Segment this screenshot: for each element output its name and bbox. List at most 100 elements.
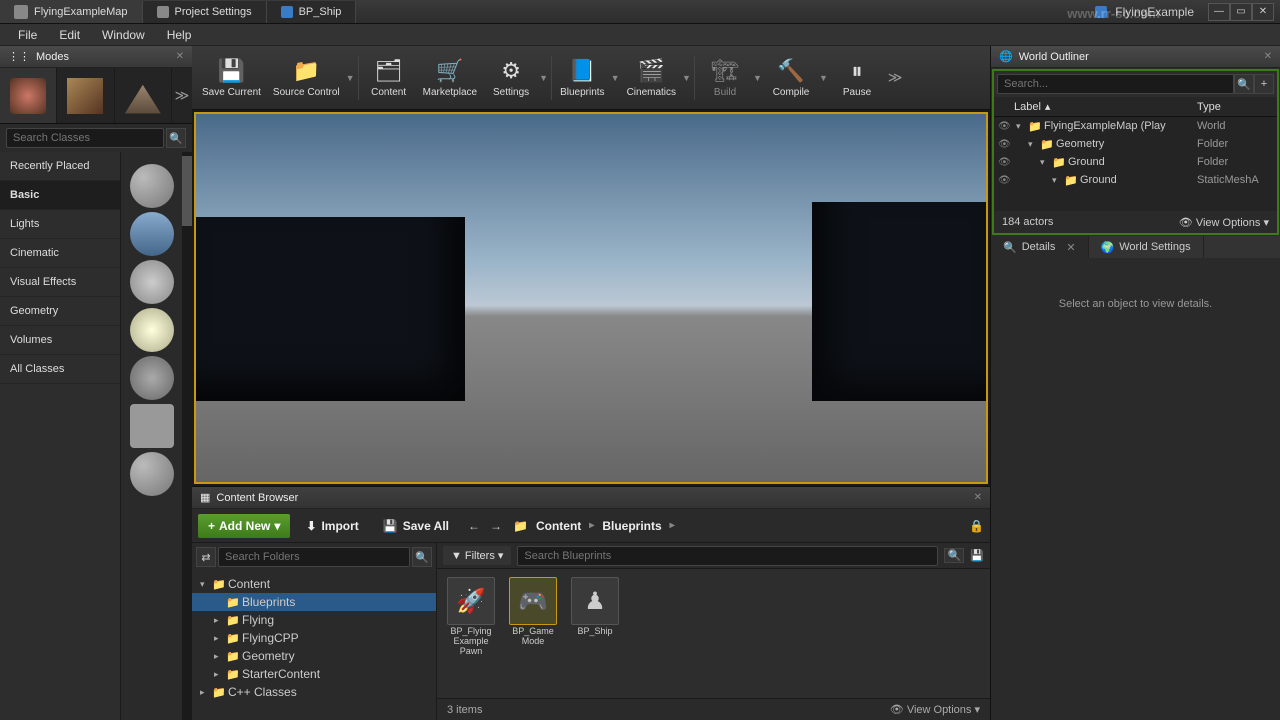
visibility-icon[interactable]: 👁	[998, 175, 1012, 186]
tree-item-startercontent[interactable]: ▸📁StarterContent	[192, 665, 436, 683]
breadcrumb-content[interactable]: Content	[536, 519, 581, 533]
cat-cinematic[interactable]: Cinematic	[0, 239, 120, 268]
dropdown-arrow[interactable]: ▼	[611, 73, 621, 83]
asset-bp-ship[interactable]: ♟BP_Ship	[569, 577, 621, 637]
menu-edit[interactable]: Edit	[49, 25, 90, 45]
menu-window[interactable]: Window	[92, 25, 155, 45]
nav-fwd[interactable]: →	[487, 519, 505, 533]
toolbar-cinematics[interactable]: 🎬Cinematics	[621, 53, 682, 102]
outliner-search-input[interactable]	[997, 74, 1234, 94]
breadcrumb-blueprints[interactable]: Blueprints	[602, 519, 661, 533]
outliner-view-options[interactable]: 👁 View Options ▾	[1179, 216, 1269, 229]
menu-file[interactable]: File	[8, 25, 47, 45]
title-tab-label: Project Settings	[175, 6, 252, 18]
actor-cube[interactable]	[130, 404, 174, 448]
tab-details[interactable]: 🔍 Details ✕	[991, 236, 1089, 258]
visibility-icon[interactable]: 👁	[998, 121, 1012, 132]
save-all-button[interactable]: 💾 Save All	[375, 515, 457, 537]
toolbar-settings[interactable]: ⚙Settings	[483, 53, 539, 102]
dropdown-arrow[interactable]: ▼	[682, 73, 692, 83]
modes-panel: ⋮⋮ Modes ✕ ≫ 🔍 Recently Placed Basic Lig…	[0, 46, 192, 720]
tree-toggle-button[interactable]: ⇄	[196, 547, 216, 567]
cat-lights[interactable]: Lights	[0, 210, 120, 239]
dropdown-arrow[interactable]: ▼	[753, 73, 763, 83]
toolbar-pause[interactable]: ⏸Pause	[829, 53, 885, 102]
toolbar-content[interactable]: 🗂Content	[361, 53, 417, 102]
modes-header: ⋮⋮ Modes ✕	[0, 46, 192, 68]
mode-place[interactable]	[0, 68, 57, 123]
cat-visual-effects[interactable]: Visual Effects	[0, 268, 120, 297]
actor-character[interactable]	[130, 212, 174, 256]
modes-more[interactable]: ≫	[172, 68, 192, 123]
outliner-row[interactable]: 👁▾📁GroundFolder	[994, 153, 1277, 171]
actor-player-start[interactable]	[130, 356, 174, 400]
outliner-row[interactable]: 👁▾📁GeometryFolder	[994, 135, 1277, 153]
title-tab-settings[interactable]: Project Settings	[143, 1, 267, 23]
toolbar-more[interactable]: ≫	[885, 69, 905, 86]
view-options-button[interactable]: 👁 View Options ▾	[890, 703, 980, 716]
outliner-close[interactable]: ✕	[1264, 51, 1272, 62]
modes-close[interactable]: ✕	[176, 51, 184, 62]
dropdown-arrow[interactable]: ▼	[539, 73, 549, 83]
tree-item-blueprints[interactable]: 📁Blueprints	[192, 593, 436, 611]
actor-empty[interactable]	[130, 164, 174, 208]
outliner-row[interactable]: 👁▾📁FlyingExampleMap (PlayWorld	[994, 117, 1277, 135]
mode-paint[interactable]	[57, 68, 114, 123]
col-label[interactable]: Label ▴	[994, 100, 1197, 113]
visibility-icon[interactable]: 👁	[998, 157, 1012, 168]
toolbar-save-current[interactable]: 💾Save Current	[196, 53, 267, 102]
toolbar-compile[interactable]: 🔨Compile	[763, 53, 819, 102]
col-type[interactable]: Type	[1197, 101, 1277, 113]
toolbar-blueprints[interactable]: 📘Blueprints	[554, 53, 610, 102]
filters-button[interactable]: ▼ Filters ▾	[443, 546, 511, 565]
content-browser-close[interactable]: ✕	[974, 492, 982, 503]
cat-geometry[interactable]: Geometry	[0, 297, 120, 326]
actor-pawn[interactable]	[130, 260, 174, 304]
palette-scrollbar[interactable]	[182, 152, 192, 720]
dropdown-arrow[interactable]: ▼	[819, 73, 829, 83]
cat-volumes[interactable]: Volumes	[0, 326, 120, 355]
title-tab-bp[interactable]: BP_Ship	[267, 1, 357, 23]
actor-point-light[interactable]	[130, 308, 174, 352]
cat-all-classes[interactable]: All Classes	[0, 355, 120, 384]
dropdown-arrow[interactable]: ▼	[346, 73, 356, 83]
search-folders-input[interactable]	[218, 547, 410, 567]
close-button[interactable]: ✕	[1252, 3, 1274, 21]
search-classes-button[interactable]: 🔍	[166, 128, 186, 148]
maximize-button[interactable]: ▭	[1230, 3, 1252, 21]
search-classes-input[interactable]	[6, 128, 164, 148]
toolbar-marketplace[interactable]: 🛒Marketplace	[417, 53, 483, 102]
toolbar-build[interactable]: 🏗Build	[697, 53, 753, 102]
outliner-add-button[interactable]: +	[1254, 74, 1274, 94]
tree-item-c-classes[interactable]: ▸📁C++ Classes	[192, 683, 436, 701]
tree-item-geometry[interactable]: ▸📁Geometry	[192, 647, 436, 665]
outliner-search-button[interactable]: 🔍	[1234, 74, 1254, 94]
outliner-row[interactable]: 👁▾📁GroundStaticMeshA	[994, 171, 1277, 189]
tree-item-flyingcpp[interactable]: ▸📁FlyingCPP	[192, 629, 436, 647]
search-assets-input[interactable]	[517, 546, 938, 566]
viewport[interactable]	[194, 112, 988, 484]
add-new-button[interactable]: + Add New ▾	[198, 514, 290, 538]
import-button[interactable]: ⬇ Import	[298, 515, 366, 537]
search-assets-button[interactable]: 🔍	[944, 548, 964, 563]
tree-item-content[interactable]: ▾📁Content	[192, 575, 436, 593]
minimize-button[interactable]: —	[1208, 3, 1230, 21]
save-icon[interactable]: 💾	[970, 549, 984, 562]
cat-basic[interactable]: Basic	[0, 181, 120, 210]
toolbar-source-control[interactable]: 📁Source Control	[267, 53, 346, 102]
mode-landscape[interactable]	[115, 68, 172, 123]
asset-bp-flying-example-pawn[interactable]: 🚀BP_FlyingExamplePawn	[445, 577, 497, 657]
search-folders-button[interactable]: 🔍	[412, 547, 432, 567]
menu-help[interactable]: Help	[157, 25, 202, 45]
title-tab-map[interactable]: FlyingExampleMap	[0, 1, 143, 23]
cat-recently-placed[interactable]: Recently Placed	[0, 152, 120, 181]
asset-bp-game-mode[interactable]: 🎮BP_GameMode	[507, 577, 559, 647]
actor-sphere[interactable]	[130, 452, 174, 496]
nav-back[interactable]: ←	[465, 519, 483, 533]
tree-item-flying[interactable]: ▸📁Flying	[192, 611, 436, 629]
tab-world-settings[interactable]: 🌍 World Settings	[1089, 236, 1204, 258]
lock-icon[interactable]: 🔒	[969, 519, 984, 533]
visibility-icon[interactable]: 👁	[998, 139, 1012, 150]
tab-close[interactable]: ✕	[1066, 241, 1075, 254]
grip-icon: ⋮⋮	[8, 50, 30, 63]
